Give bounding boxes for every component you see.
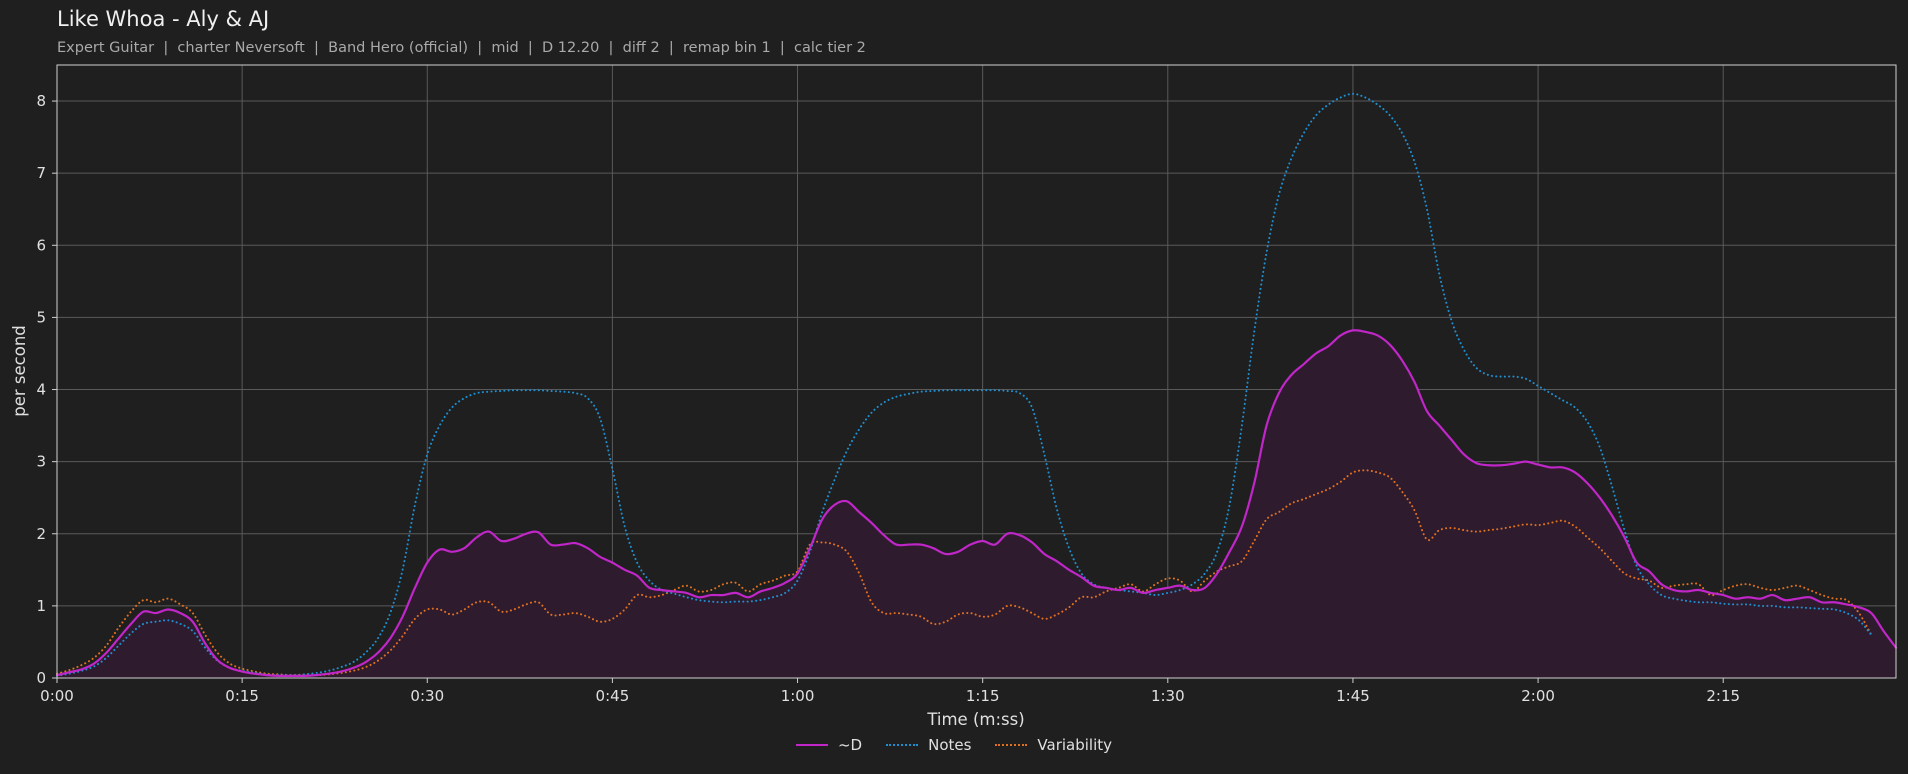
x-tick-label: 0:15 bbox=[225, 687, 259, 705]
y-tick-label: 1 bbox=[36, 597, 46, 615]
y-tick-label: 3 bbox=[36, 453, 46, 471]
y-tick-label: 4 bbox=[36, 381, 46, 399]
chart: 0:00 0:15 0:30 0:45 1:00 1:15 1:30 1:45 2:00 2:15… bbox=[10, 64, 1898, 729]
y-tick-label: 6 bbox=[36, 236, 46, 254]
legend-item-notes: Notes bbox=[886, 736, 971, 754]
x-tick-label: 0:30 bbox=[410, 687, 444, 705]
y-tick-label: 8 bbox=[36, 92, 46, 110]
x-tick-label: 2:15 bbox=[1706, 687, 1740, 705]
y-tick-label: 0 bbox=[36, 669, 46, 687]
legend-label-d: ~D bbox=[837, 736, 863, 754]
legend-item-variability: Variability bbox=[995, 736, 1112, 754]
x-tick-label: 1:00 bbox=[781, 687, 815, 705]
y-axis-title: per second bbox=[10, 325, 29, 417]
x-tick-label: 0:45 bbox=[596, 687, 630, 705]
legend-label-variability: Variability bbox=[1037, 736, 1113, 754]
legend-label-notes: Notes bbox=[928, 736, 972, 754]
y-tick-label: 7 bbox=[36, 164, 46, 182]
x-tick-label: 2:00 bbox=[1521, 687, 1555, 705]
legend-swatch-notes bbox=[886, 744, 919, 746]
legend: ~D Notes Variability bbox=[0, 736, 1908, 754]
x-tick-label: 1:15 bbox=[966, 687, 1000, 705]
legend-swatch-variability bbox=[995, 744, 1028, 746]
x-tick-label: 1:30 bbox=[1151, 687, 1185, 705]
x-tick-label: 0:00 bbox=[40, 687, 74, 705]
x-axis-title: Time (m:ss) bbox=[926, 710, 1024, 729]
legend-item-d: ~D bbox=[795, 736, 863, 754]
y-tick-label: 5 bbox=[36, 308, 46, 326]
legend-swatch-d bbox=[795, 744, 828, 746]
y-tick-label: 2 bbox=[36, 525, 46, 543]
x-tick-label: 1:45 bbox=[1336, 687, 1370, 705]
